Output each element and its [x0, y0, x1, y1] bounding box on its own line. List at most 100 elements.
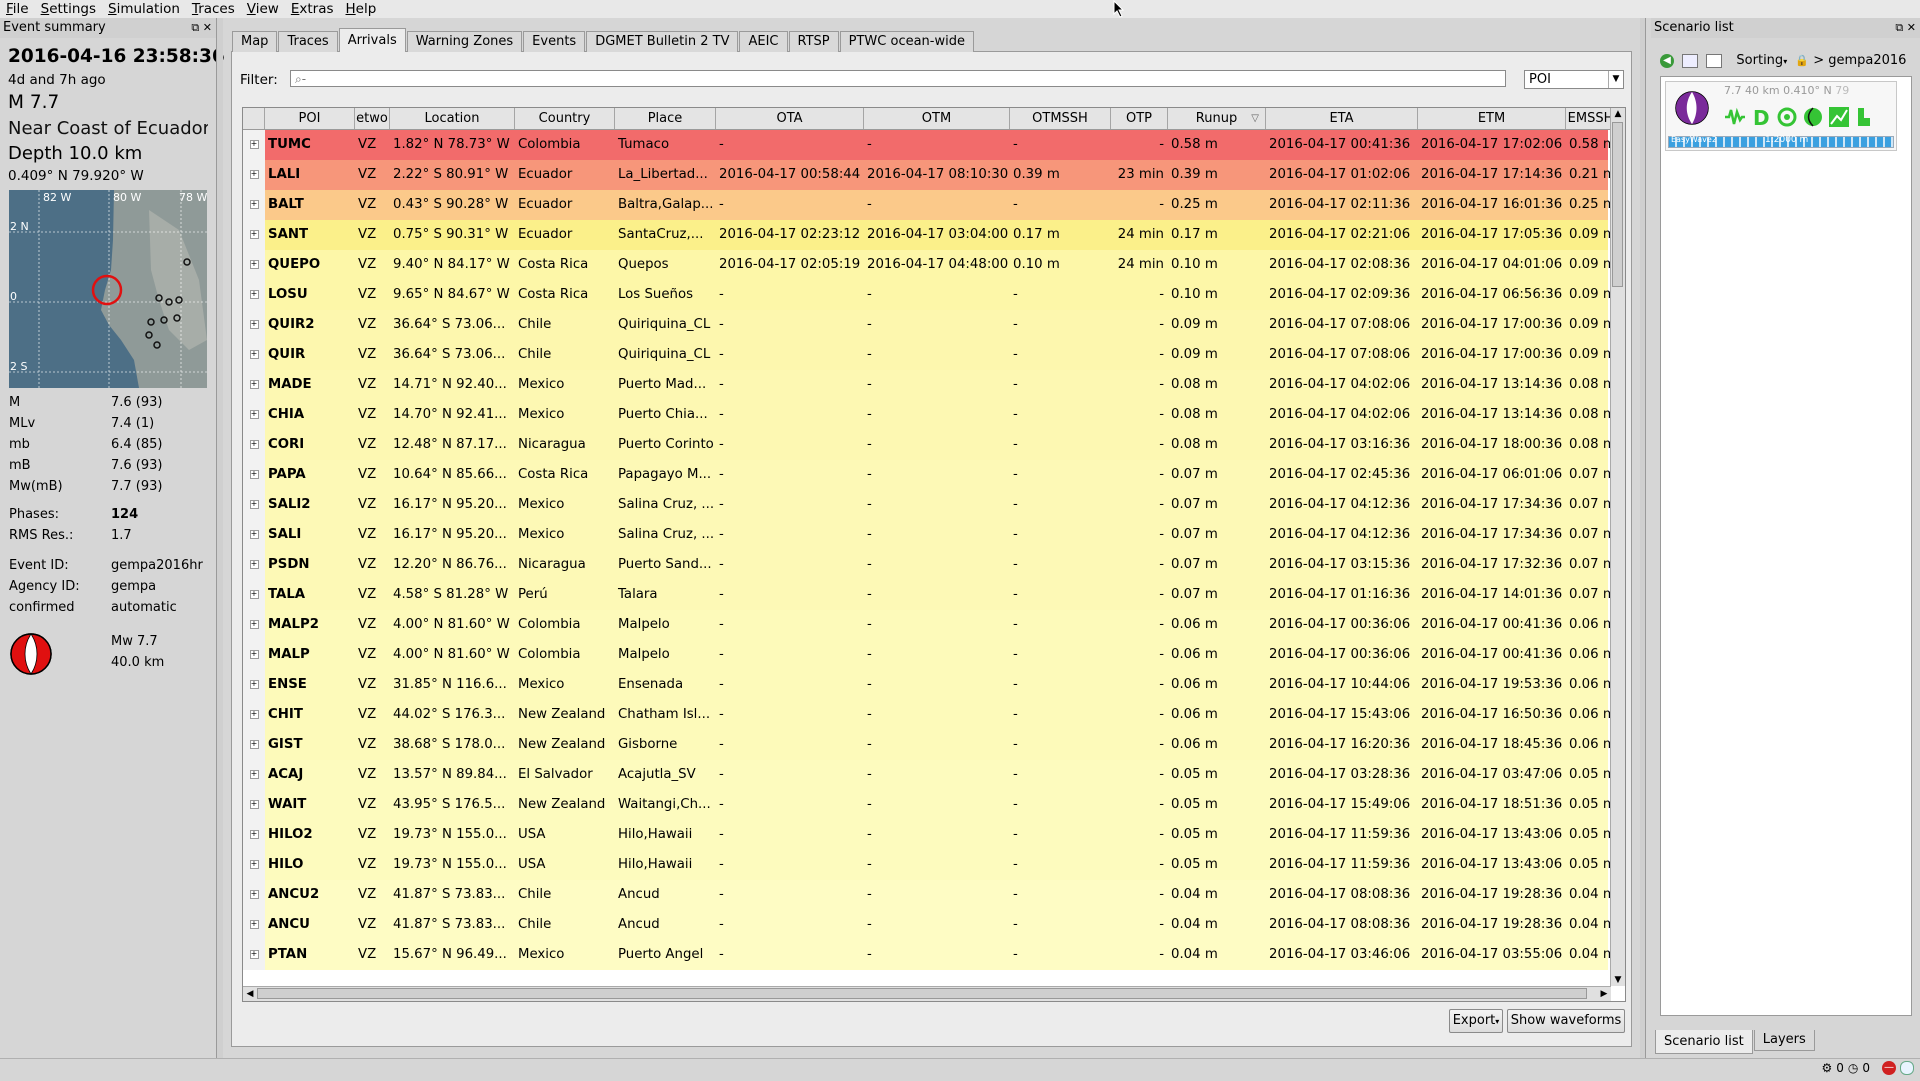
table-row[interactable]: + QUIR VZ 36.64° S 73.06... Chile Quiriquina_…: [243, 340, 1616, 370]
table-row[interactable]: + ENSE VZ 31.85° N 116.6... Mexico Ensenada - -…: [243, 670, 1616, 700]
scroll-left-icon[interactable]: ◀: [244, 988, 256, 1000]
row-expander[interactable]: +: [243, 910, 265, 940]
tab-scenario-list[interactable]: Scenario list: [1655, 1030, 1753, 1054]
table-row[interactable]: + MALP2 VZ 4.00° N 81.60° W Colombia Malpelo -…: [243, 610, 1616, 640]
row-expander[interactable]: +: [243, 250, 265, 280]
col-header[interactable]: OTP: [1111, 108, 1168, 129]
back-icon[interactable]: ◀: [1660, 53, 1674, 68]
row-expander[interactable]: +: [243, 700, 265, 730]
table-row[interactable]: + PAPA VZ 10.64° N 85.66... Costa Rica Papaga…: [243, 460, 1616, 490]
row-expander[interactable]: +: [243, 670, 265, 700]
right-splitter[interactable]: [1640, 18, 1646, 1058]
col-header[interactable]: Location: [390, 108, 515, 129]
scroll-up-icon[interactable]: ▲: [1612, 108, 1624, 120]
col-header[interactable]: OTMSSH: [1010, 108, 1111, 129]
list-view-icon[interactable]: [1682, 53, 1699, 68]
table-row[interactable]: + GIST VZ 38.68° S 178.0... New Zealand Gisbo…: [243, 730, 1616, 760]
table-row[interactable]: + ANCU VZ 41.87° S 73.83... Chile Ancud - - - -0.…: [243, 910, 1616, 940]
menu-help[interactable]: Help: [340, 0, 383, 18]
gear-icon[interactable]: ⚙: [1821, 1061, 1832, 1075]
float-icon[interactable]: ⧉: [1895, 21, 1903, 34]
row-expander[interactable]: +: [243, 880, 265, 910]
row-expander[interactable]: +: [243, 400, 265, 430]
row-expander[interactable]: +: [243, 580, 265, 610]
tab-dgmet-bulletin[interactable]: DGMET Bulletin 2 TV: [586, 31, 739, 52]
col-header[interactable]: ETM: [1418, 108, 1566, 129]
row-expander[interactable]: +: [243, 280, 265, 310]
export-button[interactable]: Export▾: [1449, 1009, 1503, 1033]
table-row[interactable]: + TALA VZ 4.58° S 81.28° W Perú Talara - - - -0.0…: [243, 580, 1616, 610]
table-row[interactable]: + PSDN VZ 12.20° N 86.76... Nicaragua Puerto …: [243, 550, 1616, 580]
row-expander[interactable]: +: [243, 520, 265, 550]
network-icon[interactable]: [1900, 1061, 1914, 1075]
col-header[interactable]: etwo: [355, 108, 390, 129]
tab-aeic[interactable]: AEIC: [739, 31, 788, 52]
stop-icon[interactable]: —: [1882, 1061, 1896, 1075]
col-header[interactable]: ETA: [1266, 108, 1418, 129]
table-row[interactable]: + ANCU2 VZ 41.87° S 73.83... Chile Ancud - - - -0…: [243, 880, 1616, 910]
show-waveforms-button[interactable]: Show waveforms: [1507, 1009, 1625, 1033]
table-row[interactable]: + CORI VZ 12.48° N 87.17... Nicaragua Puerto …: [243, 430, 1616, 460]
row-expander[interactable]: +: [243, 610, 265, 640]
row-expander[interactable]: +: [243, 490, 265, 520]
menu-settings[interactable]: Settings: [35, 0, 102, 18]
menu-file[interactable]: File: [0, 0, 35, 18]
col-header[interactable]: EMSSH: [1566, 108, 1616, 129]
table-row[interactable]: + SALI VZ 16.17° N 95.20... Mexico Salina Cru…: [243, 520, 1616, 550]
row-expander[interactable]: +: [243, 940, 265, 970]
scroll-thumb[interactable]: [257, 988, 1587, 999]
row-expander[interactable]: +: [243, 460, 265, 490]
tab-events[interactable]: Events: [523, 31, 586, 52]
table-row[interactable]: + LOSU VZ 9.65° N 84.67° W Costa Rica Los Sue…: [243, 280, 1616, 310]
col-header[interactable]: Place: [615, 108, 716, 129]
table-row[interactable]: + CHIA VZ 14.70° N 92.41... Mexico Puerto Chi…: [243, 400, 1616, 430]
table-row[interactable]: + MALP VZ 4.00° N 81.60° W Colombia Malpelo - -…: [243, 640, 1616, 670]
row-expander[interactable]: +: [243, 790, 265, 820]
col-header[interactable]: POI: [265, 108, 355, 129]
col-header[interactable]: OTA: [716, 108, 864, 129]
vertical-scrollbar[interactable]: ▲ ▼: [1610, 108, 1625, 986]
table-row[interactable]: + LALI VZ 2.22° S 80.91° W Ecuador La_Liberta…: [243, 160, 1616, 190]
table-row[interactable]: + ACAJ VZ 13.57° N 89.84... El Salvador Acaju…: [243, 760, 1616, 790]
left-splitter[interactable]: [216, 18, 223, 1058]
menu-view[interactable]: View: [241, 0, 285, 18]
row-expander[interactable]: +: [243, 220, 265, 250]
row-expander[interactable]: +: [243, 640, 265, 670]
row-expander[interactable]: +: [243, 160, 265, 190]
row-expander[interactable]: +: [243, 550, 265, 580]
table-row[interactable]: + SALI2 VZ 16.17° N 95.20... Mexico Salina Cr…: [243, 490, 1616, 520]
table-row[interactable]: + PTAN VZ 15.67° N 96.49... Mexico Puerto Ang…: [243, 940, 1616, 970]
col-header[interactable]: OTM: [864, 108, 1010, 129]
row-expander[interactable]: +: [243, 850, 265, 880]
table-row[interactable]: + SANT VZ 0.75° S 90.31° W Ecuador SantaCruz,…: [243, 220, 1616, 250]
row-expander[interactable]: +: [243, 190, 265, 220]
table-row[interactable]: + BALT VZ 0.43° S 90.28° W Ecuador Baltra,Gal…: [243, 190, 1616, 220]
row-expander[interactable]: +: [243, 430, 265, 460]
detail-view-icon[interactable]: [1706, 53, 1723, 68]
event-map[interactable]: 82 W 80 W 78 W 2 N 0 2 S: [9, 190, 207, 388]
col-header[interactable]: Country: [515, 108, 615, 129]
menu-extras[interactable]: Extras: [285, 0, 340, 18]
tab-warning-zones[interactable]: Warning Zones: [406, 31, 523, 52]
clock-icon[interactable]: ◷: [1848, 1061, 1858, 1075]
table-row[interactable]: + MADE VZ 14.71° N 92.40... Mexico Puerto Mad…: [243, 370, 1616, 400]
row-expander[interactable]: +: [243, 820, 265, 850]
lock-icon[interactable]: 🔒: [1795, 54, 1809, 67]
tab-map[interactable]: Map: [232, 31, 278, 52]
table-row[interactable]: + HILO2 VZ 19.73° N 155.0... USA Hilo,Hawaii -…: [243, 820, 1616, 850]
float-icon[interactable]: ⧉: [191, 21, 199, 34]
tab-ptwc[interactable]: PTWC ocean-wide: [839, 31, 974, 52]
row-expander[interactable]: +: [243, 340, 265, 370]
row-expander[interactable]: +: [243, 130, 265, 160]
menu-traces[interactable]: Traces: [186, 0, 241, 18]
scroll-down-icon[interactable]: ▼: [1612, 974, 1624, 986]
close-icon[interactable]: ✕: [203, 21, 212, 34]
table-row[interactable]: + WAIT VZ 43.95° S 176.5... New Zealand Waita…: [243, 790, 1616, 820]
row-expander[interactable]: +: [243, 760, 265, 790]
row-expander[interactable]: +: [243, 370, 265, 400]
table-row[interactable]: + CHIT VZ 44.02° S 176.3... New Zealand Chath…: [243, 700, 1616, 730]
tab-rtsp[interactable]: RTSP: [788, 31, 839, 52]
tab-arrivals[interactable]: Arrivals: [338, 28, 406, 52]
row-expander[interactable]: +: [243, 310, 265, 340]
filter-column-select[interactable]: POI ▼: [1524, 70, 1624, 89]
